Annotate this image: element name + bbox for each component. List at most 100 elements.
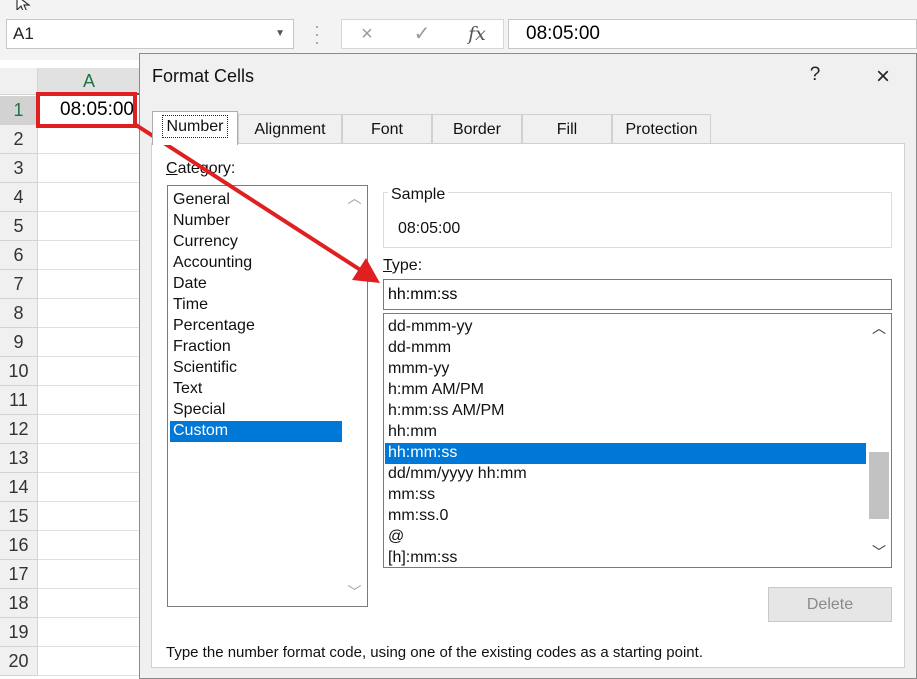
cell-row[interactable]: [38, 270, 140, 299]
enter-check-icon[interactable]: ✓: [402, 20, 442, 48]
cell-row[interactable]: [38, 415, 140, 444]
cell-row[interactable]: [38, 183, 140, 212]
cell-row[interactable]: [38, 618, 140, 647]
cell-row[interactable]: [38, 154, 140, 183]
type-item[interactable]: h:mm:ss AM/PM: [385, 401, 866, 422]
cell-row[interactable]: [38, 386, 140, 415]
category-label: Category:: [166, 160, 236, 177]
delete-button[interactable]: Delete: [768, 587, 892, 622]
row-header[interactable]: 17: [0, 560, 38, 589]
row-header[interactable]: 2: [0, 125, 38, 154]
cell-row[interactable]: [38, 473, 140, 502]
cell-row[interactable]: [38, 560, 140, 589]
type-item[interactable]: dd-mmm: [385, 338, 866, 359]
cell-row[interactable]: [38, 212, 140, 241]
category-item[interactable]: General: [170, 190, 342, 211]
row-header[interactable]: 1: [0, 96, 38, 125]
row-header[interactable]: 16: [0, 531, 38, 560]
row-header[interactable]: 15: [0, 502, 38, 531]
window-top-strip: [0, 0, 917, 10]
row-header[interactable]: 19: [0, 618, 38, 647]
row-header[interactable]: 11: [0, 386, 38, 415]
cell-row[interactable]: [38, 299, 140, 328]
type-item[interactable]: hh:mm:ss: [385, 443, 866, 464]
category-item[interactable]: Accounting: [170, 253, 342, 274]
hint-text: Type the number format code, using one o…: [166, 644, 703, 661]
row-header[interactable]: 20: [0, 647, 38, 676]
category-item[interactable]: Scientific: [170, 358, 342, 379]
tab-alignment[interactable]: Alignment: [238, 114, 342, 144]
category-item[interactable]: Fraction: [170, 337, 342, 358]
formula-input[interactable]: 08:05:00: [508, 19, 917, 49]
type-item[interactable]: mm:ss.0: [385, 506, 866, 527]
help-button[interactable]: ?: [800, 64, 830, 90]
type-item[interactable]: [h]:mm:ss: [385, 548, 866, 567]
type-item[interactable]: dd-mmm-yy: [385, 317, 866, 338]
worksheet-grid: A 1 2 3 4 5 6 7 8 9 10 11 12 13 14 15 16 17 18 19 20 08:05:…: [0, 60, 140, 679]
cell-row[interactable]: [38, 502, 140, 531]
name-box-value: A1: [13, 24, 34, 43]
cell-row[interactable]: [38, 647, 140, 676]
cancel-icon[interactable]: ×: [347, 20, 387, 48]
category-item[interactable]: Time: [170, 295, 342, 316]
sample-label: Sample: [388, 186, 449, 204]
row-header[interactable]: 4: [0, 183, 38, 212]
category-item[interactable]: Text: [170, 379, 342, 400]
type-input[interactable]: hh:mm:ss: [383, 279, 892, 310]
name-box[interactable]: A1 ▼: [6, 19, 294, 49]
cell-row[interactable]: [38, 531, 140, 560]
category-item[interactable]: Currency: [170, 232, 342, 253]
row-header[interactable]: 14: [0, 473, 38, 502]
tab-number[interactable]: Number: [152, 111, 238, 145]
row-header[interactable]: 3: [0, 154, 38, 183]
scroll-down-icon[interactable]: ﹀: [867, 542, 891, 564]
scroll-down-icon[interactable]: ﹀: [342, 582, 367, 602]
formula-bar-grip-icon[interactable]: · · ·: [312, 17, 322, 51]
cell-row[interactable]: [38, 589, 140, 618]
column-header-a[interactable]: A: [38, 68, 140, 95]
format-cells-dialog: Format Cells ? × Number Alignment Font B…: [139, 53, 917, 679]
category-scrollbar[interactable]: ︿ ﹀: [342, 186, 367, 606]
type-item[interactable]: dd/mm/yyyy hh:mm: [385, 464, 866, 485]
row-header[interactable]: 9: [0, 328, 38, 357]
type-scrollbar[interactable]: ︿ ﹀: [867, 314, 891, 567]
cell-row[interactable]: [38, 444, 140, 473]
category-list[interactable]: General Number Currency Accounting Date Time P…: [167, 185, 368, 607]
type-item[interactable]: mmm-yy: [385, 359, 866, 380]
row-header[interactable]: 8: [0, 299, 38, 328]
row-header[interactable]: 13: [0, 444, 38, 473]
scroll-up-icon[interactable]: ︿: [867, 318, 891, 340]
type-list[interactable]: dd-mmm-yy dd-mmm mmm-yy h:mm AM/PM h:mm:ss A…: [383, 313, 892, 568]
category-item[interactable]: Custom: [170, 421, 342, 442]
insert-function-icon[interactable]: fx: [457, 20, 497, 48]
close-icon[interactable]: ×: [867, 62, 899, 92]
type-item[interactable]: hh:mm: [385, 422, 866, 443]
select-all-corner[interactable]: [0, 68, 38, 95]
category-item[interactable]: Percentage: [170, 316, 342, 337]
scroll-up-icon[interactable]: ︿: [342, 188, 367, 208]
category-item[interactable]: Number: [170, 211, 342, 232]
row-header[interactable]: 7: [0, 270, 38, 299]
type-item[interactable]: h:mm AM/PM: [385, 380, 866, 401]
tab-border[interactable]: Border: [432, 114, 522, 144]
category-item[interactable]: Date: [170, 274, 342, 295]
tab-font[interactable]: Font: [342, 114, 432, 144]
row-header[interactable]: 10: [0, 357, 38, 386]
type-item[interactable]: mm:ss: [385, 485, 866, 506]
type-label: Type:: [383, 257, 423, 274]
row-header[interactable]: 6: [0, 241, 38, 270]
tab-fill[interactable]: Fill: [522, 114, 612, 144]
category-item[interactable]: Special: [170, 400, 342, 421]
tab-protection[interactable]: Protection: [612, 114, 711, 144]
formula-buttons: × ✓ fx: [341, 19, 504, 49]
chevron-down-icon[interactable]: ▼: [275, 20, 285, 48]
cell-row[interactable]: [38, 328, 140, 357]
cell-row[interactable]: [38, 125, 140, 154]
scroll-thumb[interactable]: [869, 452, 889, 519]
type-item[interactable]: @: [385, 527, 866, 548]
row-header[interactable]: 5: [0, 212, 38, 241]
cell-row[interactable]: [38, 241, 140, 270]
cell-row[interactable]: [38, 357, 140, 386]
row-header[interactable]: 12: [0, 415, 38, 444]
row-header[interactable]: 18: [0, 589, 38, 618]
